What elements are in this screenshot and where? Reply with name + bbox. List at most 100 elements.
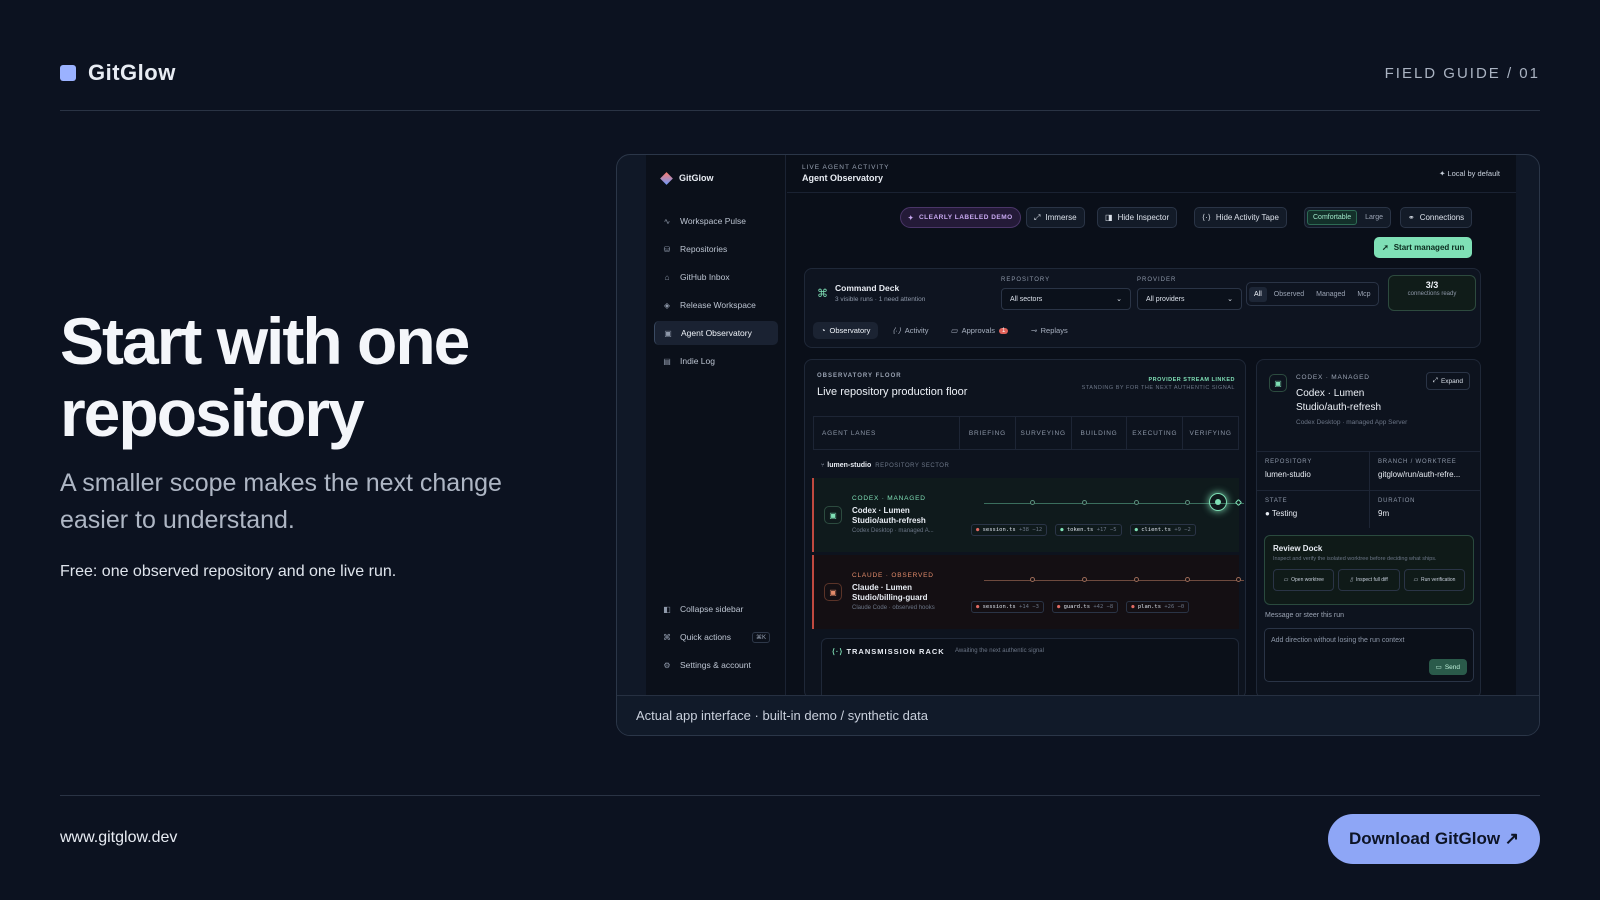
filter-mcp[interactable]: Mcp (1352, 287, 1375, 302)
connections-count: 3/3 (1425, 280, 1439, 290)
start-run-label: Start managed run (1393, 243, 1465, 252)
run-card-claude[interactable]: ▣ CLAUDE · OBSERVED Claude · Lumen Studi… (812, 555, 1244, 629)
changed-files: ● session.ts +14 −3 ● guard.ts +42 −8 ● … (971, 601, 1190, 613)
chevron-down-icon: ⌄ (1116, 296, 1122, 303)
topbar-eyebrow: LIVE AGENT ACTIVITY (802, 164, 890, 171)
sidebar-item-workspace-pulse[interactable]: ∿ Workspace Pulse (654, 209, 778, 233)
density-large[interactable]: Large (1360, 211, 1388, 224)
page-title: Agent Observatory (802, 173, 884, 183)
collapse-sidebar-button[interactable]: ◧ Collapse sidebar (654, 597, 778, 621)
tab-label: Replays (1040, 326, 1068, 335)
detail-state: STATE ● Testing (1257, 490, 1369, 528)
file-chip[interactable]: ● session.ts +38 −12 (971, 524, 1048, 536)
tab-activity[interactable]: ⟨·⟩ Activity (884, 322, 936, 339)
file-deletions: −5 (1109, 527, 1117, 533)
review-actions: ▭ Open worktree ▯ Inspect full diff ▭ Run v… (1273, 569, 1465, 591)
stream-status: PROVIDER STREAM LINKED STANDING BY FOR T… (1082, 377, 1235, 391)
start-managed-run-button[interactable]: ➚ Start managed run (1374, 237, 1473, 258)
sidebar-item-repositories[interactable]: ⛁ Repositories (654, 237, 778, 261)
hide-inspector-button[interactable]: ◨ Hide Inspector (1097, 207, 1178, 228)
provider-label: PROVIDER (1137, 277, 1177, 283)
tab-replays[interactable]: ⊸ Replays (1022, 322, 1075, 339)
file-name: plan.ts (1137, 604, 1162, 610)
expand-button[interactable]: ⤢ Expand (1425, 372, 1470, 390)
inspect-diff-button[interactable]: ▯ Inspect full diff (1338, 569, 1400, 591)
download-button[interactable]: Download GitGlow ↗ (1328, 814, 1540, 864)
package-icon: ◈ (663, 300, 671, 310)
message-label: Message or steer this run (1265, 612, 1344, 619)
tab-observatory[interactable]: ◔ Observatory (813, 322, 879, 339)
local-status: ✦ Local by default (1439, 169, 1500, 178)
sidebar-item-release-workspace[interactable]: ◈ Release Workspace (654, 293, 778, 317)
sidebar-item-label: Indie Log (680, 356, 715, 366)
tab-approvals[interactable]: ▭ Approvals 1 (943, 322, 1017, 339)
provider-select[interactable]: All providers ⌄ (1137, 288, 1242, 310)
signal-icon: ⟨·⟩ (832, 647, 847, 656)
settings-account-button[interactable]: ⚙ Settings & account (654, 653, 778, 677)
filter-managed[interactable]: Managed (1311, 287, 1350, 302)
sidebar-item-agent-observatory[interactable]: ▣ Agent Observatory (654, 321, 778, 345)
hide-activity-tape-button[interactable]: ⟨·⟩ Hide Activity Tape (1194, 207, 1287, 228)
file-chip[interactable]: ● guard.ts +42 −8 (1051, 601, 1119, 613)
stage-surveying: SURVEYING (1014, 417, 1071, 449)
send-button[interactable]: ▭ Send (1428, 659, 1467, 675)
link-icon: ⚭ (1408, 213, 1415, 222)
modified-dot-icon: ● (1131, 604, 1138, 610)
detail-duration: DURATION 9m (1369, 490, 1480, 528)
sidebar-item-indie-log[interactable]: ▤ Indie Log (654, 349, 778, 373)
deck-tabs: ◔ Observatory ⟨·⟩ Activity ▭ Approvals 1 ⊸ Re… (813, 322, 1076, 339)
run-details: REPOSITORY lumen-studio BRANCH / WORKTREE… (1257, 451, 1480, 528)
review-dock-subtitle: Inspect and verify the isolated worktree… (1273, 556, 1437, 562)
file-chip[interactable]: ● session.ts +14 −3 (971, 601, 1044, 613)
website-link[interactable]: www.gitglow.dev (60, 829, 177, 847)
filter-observed[interactable]: Observed (1269, 287, 1309, 302)
connections-label: Connections (1419, 213, 1465, 222)
file-name: session.ts (982, 604, 1016, 610)
command-deck: ⌘ Command Deck 3 visible runs · 1 need a… (804, 268, 1481, 348)
active-stage-indicator (1209, 493, 1227, 511)
detail-value: ● Testing (1265, 509, 1298, 518)
file-chip[interactable]: ● token.ts +17 −5 (1055, 524, 1122, 536)
gear-icon: ⚙ (663, 660, 671, 670)
brand: GitGlow (60, 60, 176, 86)
main-panel: LIVE AGENT ACTIVITY Agent Observatory ✦ … (787, 155, 1516, 696)
rocket-icon: ➚ (1382, 243, 1389, 252)
open-worktree-button[interactable]: ▭ Open worktree (1273, 569, 1335, 591)
transmission-rack-status: Awaiting the next authentic signal (955, 648, 1044, 654)
file-additions: +42 (1093, 604, 1104, 610)
run-tag: CODEX · MANAGED (852, 495, 926, 502)
open-worktree-label: Open worktree (1291, 576, 1324, 583)
demo-badge: ✦ CLEARLY LABELED DEMO (900, 207, 1021, 228)
filter-all[interactable]: All (1249, 286, 1267, 302)
file-deletions: −2 (1184, 527, 1191, 533)
file-chip[interactable]: ● plan.ts +26 −0 (1126, 601, 1190, 613)
file-name: token.ts (1066, 527, 1094, 533)
activity-icon: ⟨·⟩ (892, 326, 901, 335)
sidebar-item-github-inbox[interactable]: ⌂ GitHub Inbox (654, 265, 778, 289)
run-card-codex[interactable]: ▣ CODEX · MANAGED Codex · Lumen Studio/a… (812, 478, 1244, 552)
connections-button[interactable]: ⚭ Connections (1400, 207, 1473, 228)
run-meta: Claude Code · observed hooks (852, 605, 935, 611)
immerse-button[interactable]: ⤢ Immerse (1026, 207, 1085, 228)
review-dock: Review Dock Inspect and verify the isola… (1264, 535, 1474, 605)
stage-node (1134, 500, 1139, 505)
repository-select[interactable]: All sectors ⌄ (1001, 288, 1131, 310)
sidebar-item-label: Quick actions (680, 632, 732, 642)
connections-status[interactable]: 3/3 connections ready (1388, 275, 1476, 311)
agent-lanes-label: AGENT LANES (822, 429, 877, 437)
inbox-icon: ⌂ (664, 272, 670, 282)
modified-dot-icon: ● (1060, 527, 1067, 533)
lanes-header: AGENT LANES BRIEFING SURVEYING BUILDING … (813, 416, 1239, 450)
density-toggle[interactable]: Comfortable Large (1304, 207, 1392, 228)
stream-status-sub: STANDING BY FOR THE NEXT AUTHENTIC SIGNA… (1081, 385, 1235, 391)
detail-key: DURATION (1378, 498, 1416, 504)
detail-value: lumen-studio (1265, 470, 1311, 479)
message-input[interactable]: Add direction without losing the run con… (1264, 628, 1474, 682)
command-icon: ⌘ (663, 632, 671, 642)
file-chip[interactable]: ● client.ts +9 −2 (1129, 524, 1196, 536)
quick-actions-button[interactable]: ⌘ Quick actions ⌘K (654, 625, 778, 649)
sidebar-item-label: Settings & account (680, 660, 751, 670)
run-verification-button[interactable]: ▭ Run verification (1403, 569, 1465, 591)
density-comfortable[interactable]: Comfortable (1307, 210, 1358, 225)
run-name: Claude · Lumen Studio/billing-guard (852, 583, 928, 602)
